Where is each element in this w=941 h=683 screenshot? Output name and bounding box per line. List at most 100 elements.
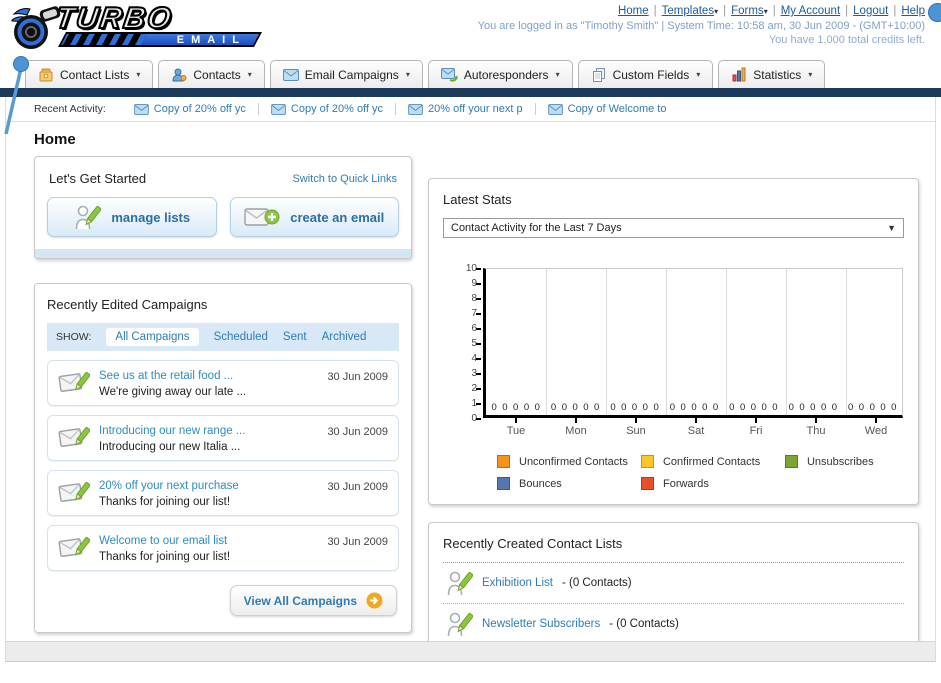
bar-value: 0 [491,402,497,413]
get-started-buttons: manage lists create an email [47,197,399,237]
y-axis-label: 2 [471,383,477,394]
tab-statistics[interactable]: Statistics ▾ [718,60,826,88]
bar-value: 0 [534,402,540,413]
filter-archived[interactable]: Archived [322,331,367,343]
contact-list-items: Exhibition List - (0 Contacts) Newsletter… [443,563,904,645]
legend-swatch [784,455,798,468]
switch-quick-links-link[interactable]: Switch to Quick Links [292,173,397,185]
chevron-down-icon: ▾ [405,70,410,79]
nav-separator: | [845,5,849,17]
tab-contact-lists[interactable]: Contact Lists ▾ [25,60,154,88]
bar-value: 0 [502,402,508,413]
bar-value: 0 [691,402,697,413]
bar-value-labels: 00000000000000000000000000000000000 [486,402,902,413]
x-axis-tick [755,418,757,423]
stats-report-dropdown[interactable]: Contact Activity for the Last 7 Days ▼ [443,218,904,238]
tab-contacts[interactable]: Contacts ▾ [158,60,265,88]
campaign-title-link[interactable]: See us at the retail food ... [99,370,318,382]
x-axis-group: Wed [846,418,906,437]
envelope-plus-icon [244,205,280,229]
view-all-campaigns-button[interactable]: View All Campaigns [229,585,397,616]
bar-value: 0 [810,402,816,413]
nav-link-home[interactable]: Home [618,5,649,17]
y-axis-tick [476,283,481,285]
recent-activity-link[interactable]: 20% off your next p [428,103,523,115]
chevron-down-icon: ▾ [555,70,560,79]
legend-label: Bounces [519,477,562,490]
campaign-text: Welcome to our email list Thanks for join… [99,533,318,563]
stats-chart: 0 1 2 3 4 5 6 7 8 9 10 0 0 0 0 0 0 0 0 0 0 0 0 0 0 0 0 0 0 0 0 0 0 0 0 0 0 0 0… [455,263,906,490]
envelope-icon [271,103,286,115]
statistics-icon [731,67,747,82]
custom-fields-icon [591,67,607,83]
chevron-down-icon: ▾ [808,70,813,79]
y-axis-label: 6 [471,323,477,334]
bar-value-group: 00000 [605,402,664,413]
bar-value: 0 [831,402,838,413]
logo-title: TURBO [53,1,176,36]
nav-link-logout[interactable]: Logout [853,5,888,17]
stats-dropdown-value: Contact Activity for the Last 7 Days [451,222,622,234]
recent-contact-lists-title: Recently Created Contact Lists [443,536,623,551]
tab-custom-fields[interactable]: Custom Fields ▾ [577,60,714,88]
nav-link-my-account[interactable]: My Account [781,5,840,17]
chevron-down-icon: ▾ [714,7,719,16]
tab-label: Contact Lists [60,67,130,82]
x-axis-tick [815,418,817,423]
tab-autoresponders[interactable]: Autoresponders ▾ [427,60,573,88]
bar-value: 0 [799,402,805,413]
recent-activity-item: Copy of Welcome to [534,103,679,115]
create-an-email-button[interactable]: create an email [229,197,399,237]
bar-value: 0 [583,402,589,413]
y-axis-tick [476,358,481,360]
bar-value: 0 [572,402,578,413]
nav-link-forms[interactable]: Forms [731,5,764,17]
left-column: Let's Get Started Switch to Quick Links … [34,148,412,661]
recent-activity-link[interactable]: Copy of 20% off yc [154,103,246,115]
filter-sent[interactable]: Sent [283,331,307,343]
recent-activity-link[interactable]: Copy of 20% off yc [291,103,383,115]
y-axis-label: 3 [471,368,477,379]
y-axis-tick [476,313,481,315]
filter-all-campaigns[interactable]: All Campaigns [106,328,199,346]
bar-value: 0 [594,402,600,413]
x-axis-label: Mon [565,425,587,437]
bar-value-group: 00000 [545,402,604,413]
campaign-title-link[interactable]: Introducing our new range ... [99,425,318,437]
gridline [546,269,547,415]
callout-pin-right [928,3,941,22]
campaign-title-link[interactable]: Welcome to our email list [99,535,318,547]
navy-divider-bar [0,88,941,97]
filter-scheduled[interactable]: Scheduled [214,331,268,343]
bar-value: 0 [880,402,886,413]
y-axis-label: 5 [471,338,477,349]
campaign-date: 30 Jun 2009 [327,371,388,383]
nav-link-templates[interactable]: Templates [662,5,714,17]
login-status-text: You are logged in as "Timothy Smith" | S… [477,20,925,32]
envelope-icon [408,103,423,115]
manage-lists-button[interactable]: manage lists [47,197,217,237]
nav-link-help[interactable]: Help [901,5,925,17]
bar-value: 0 [702,402,708,413]
tab-label: Email Campaigns [304,67,399,82]
campaign-subtitle: Introducing our new Italia ... [99,441,241,453]
recent-activity-item: Copy of 20% off yc [257,103,395,115]
y-axis-label: 4 [471,353,477,364]
tab-email-campaigns[interactable]: Email Campaigns ▾ [269,60,423,88]
campaign-title-link[interactable]: 20% off your next purchase [99,480,318,492]
content-frame: Recent Activity: Copy of 20% off yc Copy … [5,97,936,662]
tab-label: Custom Fields [612,67,690,82]
tab-label: Autoresponders [463,67,549,82]
bar-value: 0 [848,402,854,413]
chart-legend: Unconfirmed Contacts Confirmed Contacts Un… [497,455,929,490]
credits-text: You have 1,000 total credits left. [768,34,925,46]
recent-activity-link[interactable]: Copy of Welcome to [568,103,667,115]
contact-list-link[interactable]: Newsletter Subscribers [482,618,600,630]
legend-swatch [640,455,654,468]
bar-value: 0 [680,402,686,413]
x-axis-label: Tue [506,425,526,437]
contact-list-link[interactable]: Exhibition List [482,577,553,589]
envelope-pencil-icon [58,423,90,451]
envelope-pencil-icon [58,478,90,506]
legend-label: Forwards [662,477,709,490]
